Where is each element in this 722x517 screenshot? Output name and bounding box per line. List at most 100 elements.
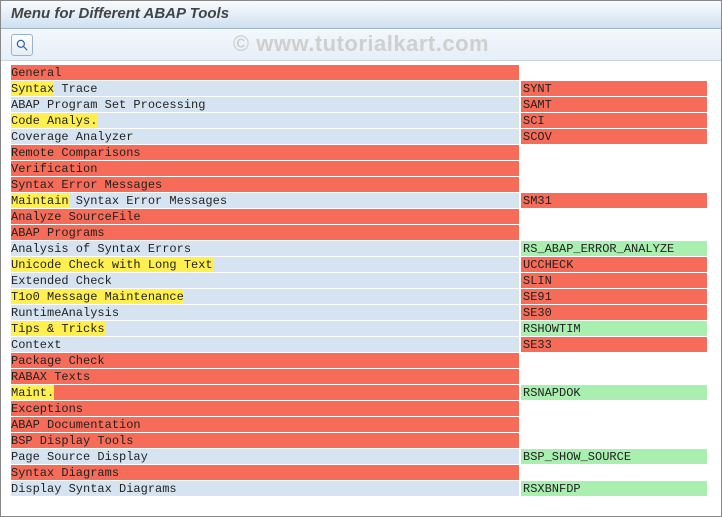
tcode-cell[interactable]: RSHOWTIM	[521, 321, 707, 337]
menu-item-label[interactable]: Tips & Tricks	[11, 321, 519, 337]
menu-item-label[interactable]: Syntax Trace	[11, 81, 519, 97]
menu-item-label[interactable]: RuntimeAnalysis	[11, 305, 519, 321]
table-row[interactable]: Verification	[11, 161, 721, 177]
tcode-cell	[521, 465, 707, 481]
tcode-cell[interactable]: SE33	[521, 337, 707, 353]
label-text: ABAP Programs	[11, 226, 105, 240]
table-row[interactable]: ABAP Programs	[11, 225, 721, 241]
menu-item-label[interactable]: Syntax Diagrams	[11, 465, 519, 481]
menu-item-label[interactable]: ABAP Documentation	[11, 417, 519, 433]
tcode-cell[interactable]: RS_ABAP_ERROR_ANALYZE	[521, 241, 707, 257]
label-text: Trace	[54, 82, 97, 96]
label-text: Verification	[11, 162, 97, 176]
menu-item-label[interactable]: Maintain Syntax Error Messages	[11, 193, 519, 209]
tcode-cell[interactable]: BSP_SHOW_SOURCE	[521, 449, 707, 465]
table-row[interactable]: Analysis of Syntax Errors RS_ABAP_ERROR_A…	[11, 241, 721, 257]
table-row[interactable]: Syntax TraceSYNT	[11, 81, 721, 97]
tcode-cell[interactable]: SAMT	[521, 97, 707, 113]
table-row[interactable]: T1o0 Message MaintenanceSE91	[11, 289, 721, 305]
tcode-cell[interactable]: RSNAPDOK	[521, 385, 707, 401]
search-icon	[15, 38, 29, 52]
tcode-cell[interactable]: RSXBNFDP	[521, 481, 707, 497]
label-text: Coverage Analyzer	[11, 130, 133, 144]
menu-item-label[interactable]: Package Check	[11, 353, 519, 369]
menu-item-label[interactable]: Context	[11, 337, 519, 353]
table-row[interactable]: Remote Comparisons	[11, 145, 721, 161]
menu-item-label[interactable]: Unicode Check with Long Text	[11, 257, 519, 273]
tcode-cell	[521, 225, 707, 241]
highlight-text: Maint.	[11, 385, 54, 400]
menu-item-label[interactable]: Page Source Display	[11, 449, 519, 465]
table-row[interactable]: Code Analys. SCI	[11, 113, 721, 129]
tcode-cell[interactable]: SLIN	[521, 273, 707, 289]
table-row[interactable]: Package Check	[11, 353, 721, 369]
toolbar	[1, 29, 721, 61]
menu-item-label[interactable]: Syntax Error Messages	[11, 177, 519, 193]
table-row[interactable]: Tips & Tricks RSHOWTIM	[11, 321, 721, 337]
search-button[interactable]	[11, 34, 33, 56]
label-text: RABAX Texts	[11, 370, 90, 384]
tcode-cell[interactable]: SCOV	[521, 129, 707, 145]
menu-item-label[interactable]: General	[11, 65, 519, 81]
tcode-cell	[521, 145, 707, 161]
table-row[interactable]: Extended Check SLIN	[11, 273, 721, 289]
menu-item-label[interactable]: ABAP Program Set Processing	[11, 97, 519, 113]
menu-item-label[interactable]: Code Analys.	[11, 113, 519, 129]
menu-item-label[interactable]: Coverage Analyzer	[11, 129, 519, 145]
tcode-cell	[521, 161, 707, 177]
table-row[interactable]: Syntax Error Messages	[11, 177, 721, 193]
table-row[interactable]: ABAP Program Set Processing SAMT	[11, 97, 721, 113]
table-row[interactable]: Coverage Analyzer SCOV	[11, 129, 721, 145]
table-row[interactable]: Exceptions	[11, 401, 721, 417]
table-row[interactable]: Analyze SourceFile	[11, 209, 721, 225]
label-text: Package Check	[11, 354, 105, 368]
tcode-cell[interactable]: SCI	[521, 113, 707, 129]
menu-item-label[interactable]: Remote Comparisons	[11, 145, 519, 161]
tcode-cell[interactable]: UCCHECK	[521, 257, 707, 273]
table-row[interactable]: ContextSE33	[11, 337, 721, 353]
menu-item-label[interactable]: BSP Display Tools	[11, 433, 519, 449]
menu-item-label[interactable]: ABAP Programs	[11, 225, 519, 241]
tcode-cell	[521, 369, 707, 385]
table-row[interactable]: Unicode Check with Long TextUCCHECK	[11, 257, 721, 273]
label-text: Remote Comparisons	[11, 146, 141, 160]
tcode-cell[interactable]: SM31	[521, 193, 707, 209]
highlight-text: Code Analys.	[11, 113, 97, 128]
menu-item-label[interactable]: Analysis of Syntax Errors	[11, 241, 519, 257]
menu-item-label[interactable]: Verification	[11, 161, 519, 177]
table-row[interactable]: RuntimeAnalysisSE30	[11, 305, 721, 321]
table-row[interactable]: Display Syntax Diagrams RSXBNFDP	[11, 481, 721, 497]
window-title: Menu for Different ABAP Tools	[1, 1, 721, 29]
table-row[interactable]: General	[11, 65, 721, 81]
menu-item-label[interactable]: Exceptions	[11, 401, 519, 417]
table-row[interactable]: Maintain Syntax Error MessagesSM31	[11, 193, 721, 209]
tcode-cell	[521, 209, 707, 225]
highlight-text: Syntax	[11, 81, 54, 96]
tcode-cell	[521, 65, 707, 81]
table-row[interactable]: Syntax Diagrams	[11, 465, 721, 481]
menu-item-label[interactable]: Extended Check	[11, 273, 519, 289]
tcode-cell[interactable]: SE30	[521, 305, 707, 321]
menu-item-label[interactable]: RABAX Texts	[11, 369, 519, 385]
label-text: ABAP Documentation	[11, 418, 141, 432]
menu-item-label[interactable]: T1o0 Message Maintenance	[11, 289, 519, 305]
label-text: Display Syntax Diagrams	[11, 482, 177, 496]
menu-item-label[interactable]: Display Syntax Diagrams	[11, 481, 519, 497]
tcode-cell[interactable]: SE91	[521, 289, 707, 305]
label-text: ABAP Program Set Processing	[11, 98, 205, 112]
menu-item-label[interactable]: Maint.	[11, 385, 519, 401]
highlight-text: Tips & Tricks	[11, 321, 105, 336]
table-row[interactable]: Page Source Display BSP_SHOW_SOURCE	[11, 449, 721, 465]
label-text: Extended Check	[11, 274, 112, 288]
tcode-cell	[521, 433, 707, 449]
label-text: Page Source Display	[11, 450, 148, 464]
tcode-cell[interactable]: SYNT	[521, 81, 707, 97]
table-row[interactable]: ABAP Documentation	[11, 417, 721, 433]
table-row[interactable]: RABAX Texts	[11, 369, 721, 385]
menu-grid: GeneralSyntax TraceSYNTABAP Program Set …	[1, 65, 721, 497]
highlight-text: Maintain	[11, 193, 69, 208]
table-row[interactable]: BSP Display Tools	[11, 433, 721, 449]
menu-item-label[interactable]: Analyze SourceFile	[11, 209, 519, 225]
table-row[interactable]: Maint. RSNAPDOK	[11, 385, 721, 401]
label-text: Analysis of Syntax Errors	[11, 242, 191, 256]
